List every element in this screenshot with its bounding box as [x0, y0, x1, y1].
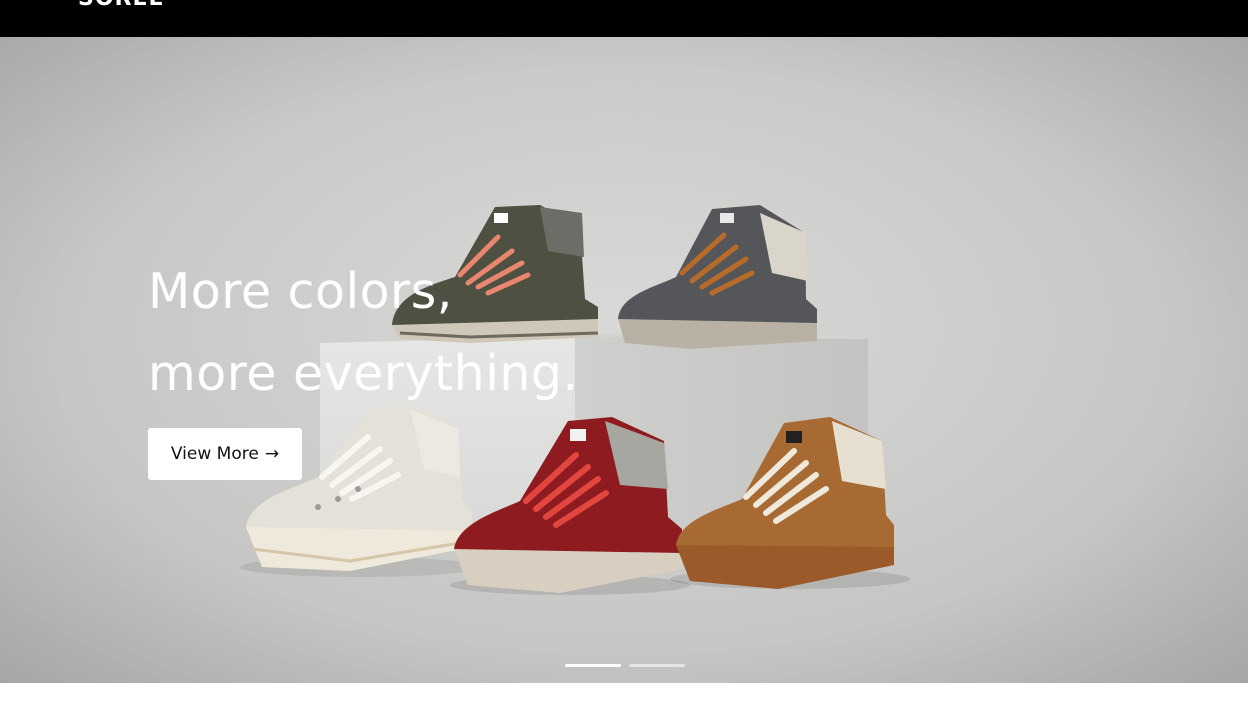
hero-headline-line-2: more everything.	[148, 345, 579, 402]
view-more-label: View More	[170, 444, 259, 464]
top-navigation-bar: SOREL	[0, 0, 1248, 37]
brand-logo[interactable]: SOREL	[78, 0, 164, 11]
carousel-dot-2[interactable]	[629, 664, 685, 667]
view-more-button[interactable]: View More →	[148, 428, 302, 480]
page-content-below-hero	[0, 683, 1248, 702]
hero-headline-line-1: More colors,	[148, 263, 453, 320]
carousel-dot-1[interactable]	[565, 664, 621, 667]
hero-headline: More colors, more everything.	[148, 251, 668, 415]
arrow-right-icon: →	[264, 444, 280, 464]
hero-carousel: More colors, more everything. View More …	[0, 37, 1248, 683]
